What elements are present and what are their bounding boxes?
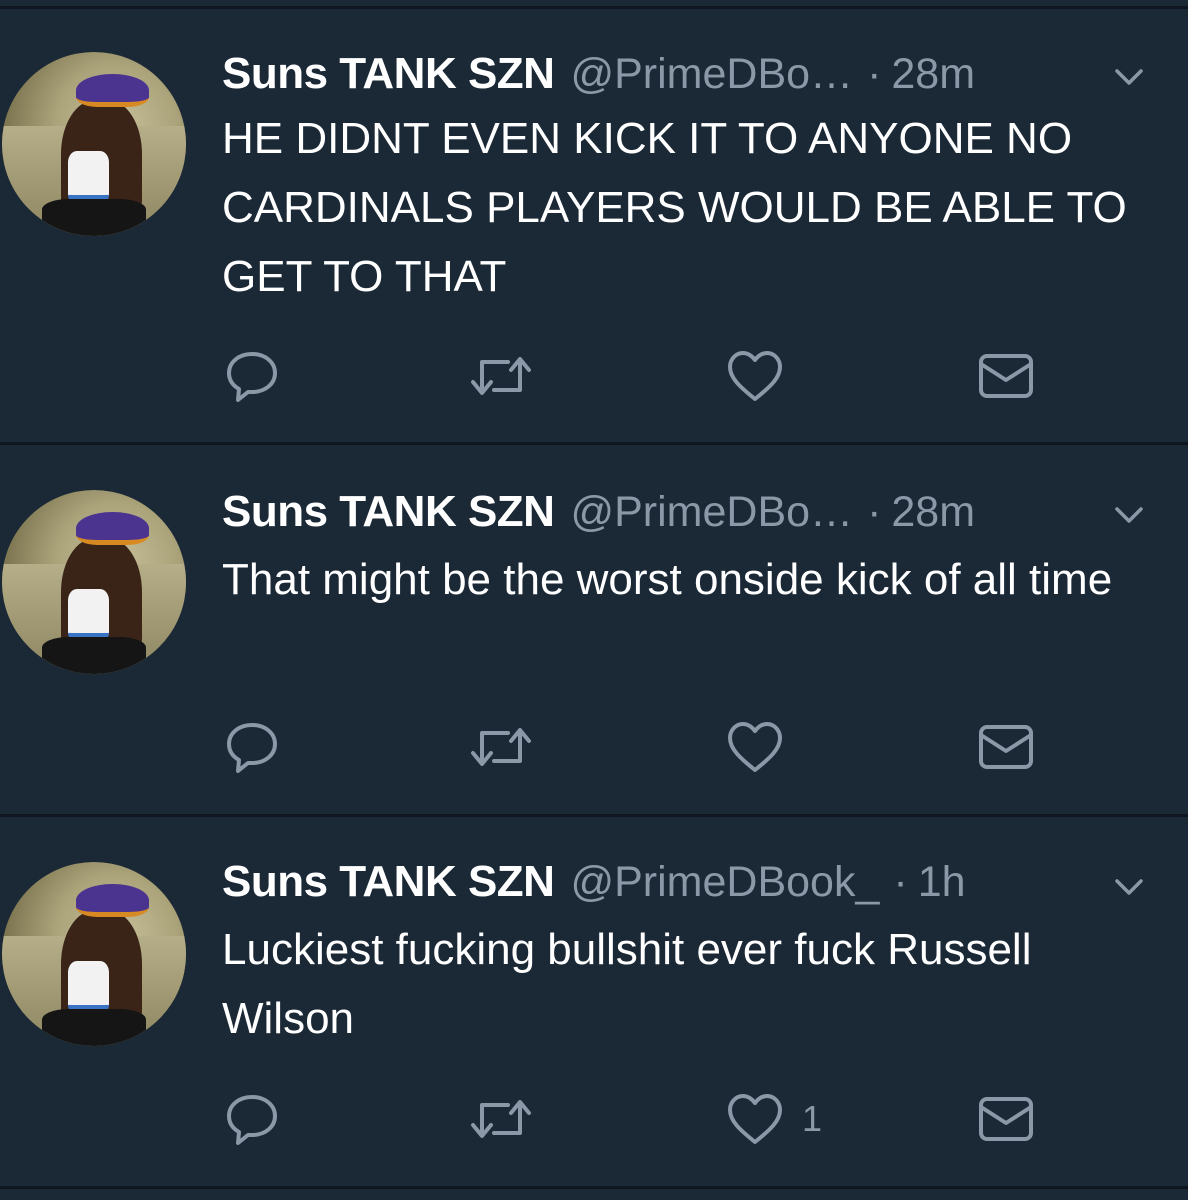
- retweet-icon: [468, 1091, 534, 1147]
- like-count: 1: [802, 1098, 823, 1139]
- tweet-text: That might be the worst onside kick of a…: [222, 555, 1113, 604]
- tweet[interactable]: Suns TANK SZN @PrimeDBo… · 28m HE DIDNT E…: [0, 0, 1188, 443]
- tweet-header: Suns TANK SZN @PrimeDBo… · 28m: [222, 46, 975, 102]
- timestamp[interactable]: · 28m: [867, 488, 975, 537]
- heart-icon: [726, 349, 784, 403]
- time-label: 28m: [891, 49, 976, 98]
- retweet-icon: [468, 719, 534, 775]
- avatar[interactable]: [2, 490, 186, 674]
- separator-dot: ·: [893, 857, 908, 906]
- separator-dot: ·: [867, 49, 882, 98]
- tweet-text: HE DIDNT EVEN KICK IT TO ANYONE NO CARDI…: [222, 114, 1127, 301]
- like-button[interactable]: 1: [726, 1089, 822, 1149]
- tweet-actions: [0, 346, 1188, 406]
- heart-icon: [726, 720, 784, 774]
- tweet-actions: [0, 717, 1188, 777]
- heart-icon: [726, 1092, 784, 1146]
- reply-button[interactable]: [224, 1089, 280, 1149]
- more-options-chevron-down-icon[interactable]: [1112, 60, 1146, 94]
- direct-message-button[interactable]: [978, 1089, 1034, 1149]
- separator-dot: ·: [867, 487, 882, 536]
- display-name[interactable]: Suns TANK SZN: [222, 487, 555, 537]
- username[interactable]: @PrimeDBo…: [570, 488, 853, 537]
- tweet-header: Suns TANK SZN @PrimeDBook_ · 1h: [222, 854, 966, 910]
- time-label: 1h: [917, 857, 966, 906]
- timeline: Suns TANK SZN @PrimeDBo… · 28m HE DIDNT E…: [0, 0, 1188, 1200]
- display-name[interactable]: Suns TANK SZN: [222, 857, 555, 907]
- more-options-chevron-down-icon[interactable]: [1112, 870, 1146, 904]
- like-button[interactable]: [726, 346, 802, 406]
- retweet-icon: [468, 348, 534, 404]
- tweet-header: Suns TANK SZN @PrimeDBo… · 28m: [222, 484, 975, 540]
- tweet-actions: 1: [0, 1089, 1188, 1149]
- tweet-divider: [0, 1186, 1188, 1189]
- retweet-button[interactable]: [468, 717, 534, 777]
- retweet-button[interactable]: [468, 346, 534, 406]
- time-label: 28m: [891, 487, 976, 536]
- reply-button[interactable]: [224, 717, 280, 777]
- reply-icon: [224, 719, 280, 775]
- timestamp[interactable]: · 28m: [867, 50, 975, 99]
- avatar[interactable]: [2, 862, 186, 1046]
- envelope-icon: [978, 1094, 1034, 1144]
- envelope-icon: [978, 351, 1034, 401]
- reply-icon: [224, 348, 280, 404]
- username[interactable]: @PrimeDBo…: [570, 50, 853, 99]
- avatar[interactable]: [2, 52, 186, 236]
- direct-message-button[interactable]: [978, 346, 1034, 406]
- more-options-chevron-down-icon[interactable]: [1112, 498, 1146, 532]
- tweet[interactable]: Suns TANK SZN @PrimeDBook_ · 1h Luckiest …: [0, 817, 1188, 1187]
- retweet-button[interactable]: [468, 1089, 534, 1149]
- envelope-icon: [978, 722, 1034, 772]
- tweet[interactable]: Suns TANK SZN @PrimeDBo… · 28m That might…: [0, 445, 1188, 815]
- timestamp[interactable]: · 1h: [893, 858, 965, 907]
- display-name[interactable]: Suns TANK SZN: [222, 49, 555, 99]
- tweet-text: Luckiest fucking bullshit ever fuck Russ…: [222, 925, 1032, 1043]
- reply-icon: [224, 1091, 280, 1147]
- direct-message-button[interactable]: [978, 717, 1034, 777]
- like-button[interactable]: [726, 717, 802, 777]
- reply-button[interactable]: [224, 346, 280, 406]
- username[interactable]: @PrimeDBook_: [570, 858, 879, 907]
